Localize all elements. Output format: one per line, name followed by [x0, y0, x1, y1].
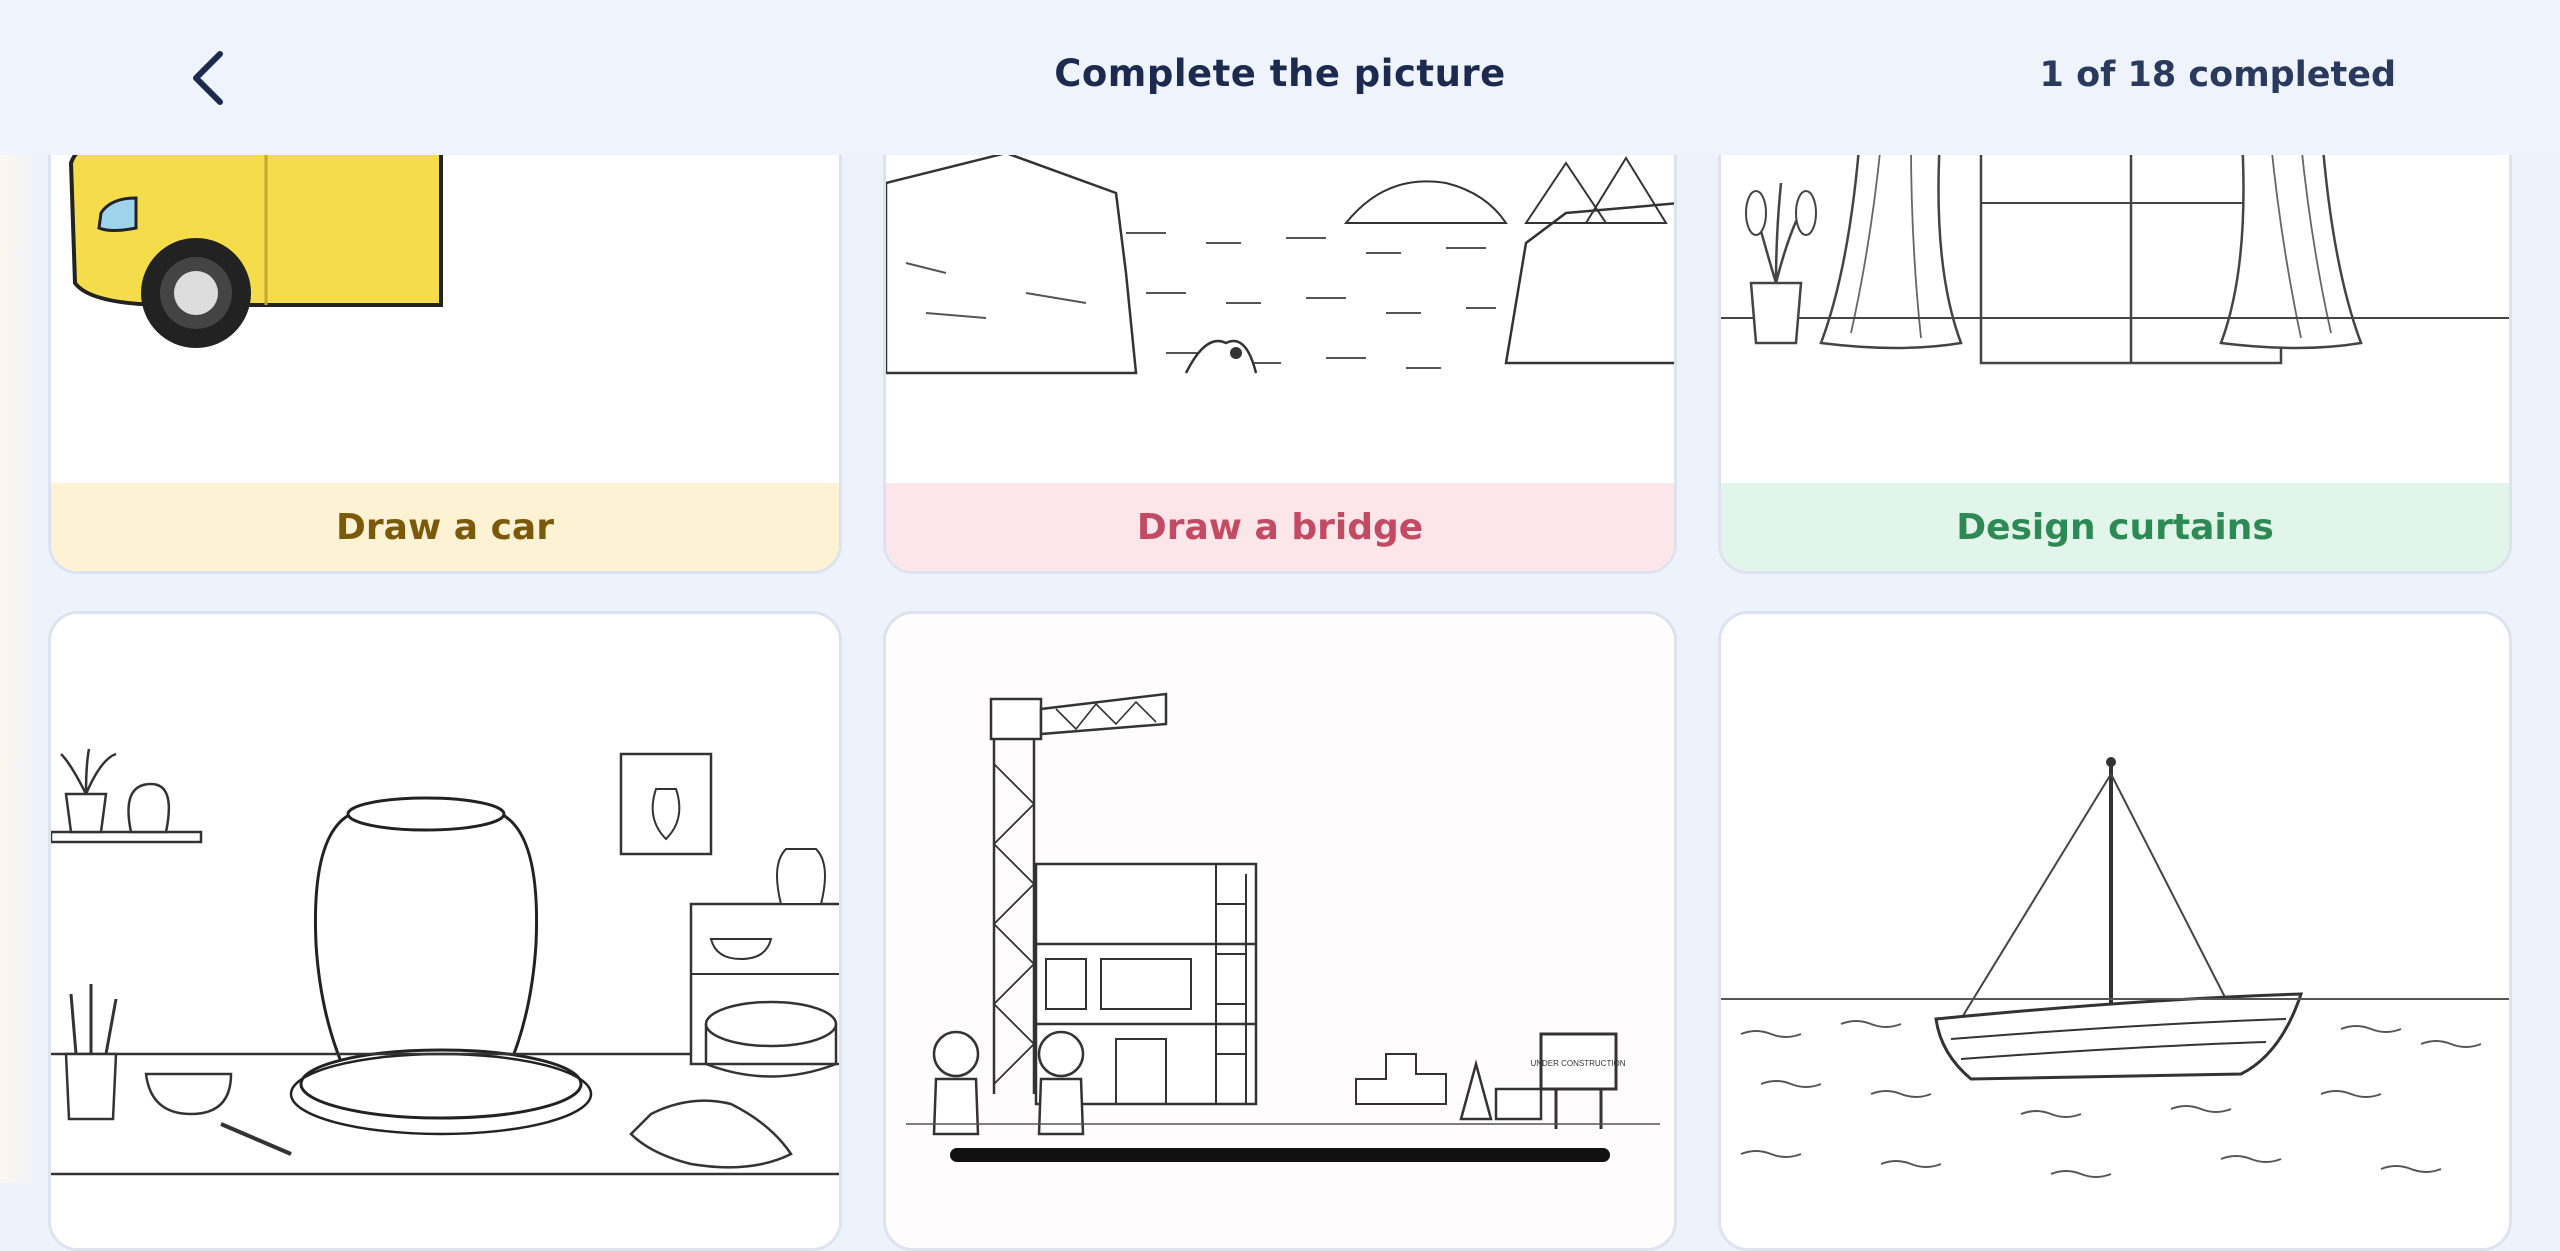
card-label: Design curtains — [1721, 483, 2509, 571]
top-bar: Complete the picture 1 of 18 completed — [0, 0, 2560, 155]
background-edge — [0, 0, 40, 1183]
pottery-drawing — [51, 614, 839, 1248]
home-indicator[interactable] — [950, 1148, 1610, 1162]
card-label-text: Draw a bridge — [1136, 506, 1424, 548]
card-pottery[interactable] — [48, 611, 842, 1251]
card-label-text: Draw a car — [336, 506, 554, 548]
progress-counter: 1 of 18 completed — [2039, 55, 2396, 95]
sign-text: UNDER CONSTRUCTION — [1530, 1059, 1625, 1068]
card-label-text: Design curtains — [1956, 506, 2274, 548]
card-label: Draw a car — [51, 483, 839, 571]
card-sailboat[interactable] — [1718, 611, 2512, 1251]
card-label: Draw a bridge — [886, 483, 1674, 571]
sailboat-drawing — [1721, 614, 2509, 1248]
